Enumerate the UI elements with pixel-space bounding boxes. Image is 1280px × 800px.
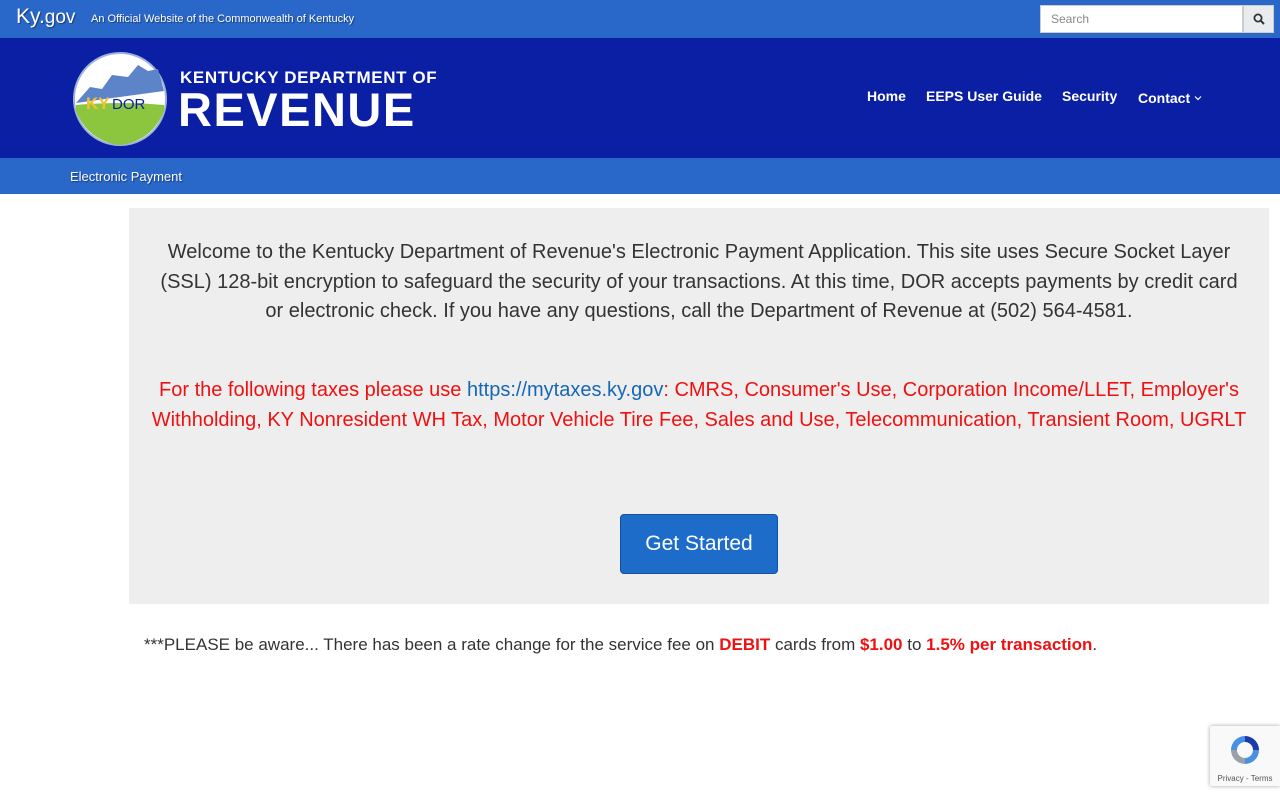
search-button[interactable] xyxy=(1243,5,1274,33)
kygov-logo-suffix: gov xyxy=(44,7,76,28)
tax-notice-prefix: For the following taxes please use xyxy=(159,379,467,401)
nav-eeps-user-guide[interactable]: EEPS User Guide xyxy=(926,88,1042,104)
seal-text-dor: DOR xyxy=(112,96,146,113)
chevron-down-icon xyxy=(1194,96,1202,101)
search-icon xyxy=(1253,13,1265,25)
mytaxes-link[interactable]: https://mytaxes.ky.gov xyxy=(467,379,663,401)
kygov-logo-main: Ky. xyxy=(16,5,45,28)
site-header: KY DOR KENTUCKY DEPARTMENT OF REVENUE Ho… xyxy=(0,38,1280,158)
recaptcha-links[interactable]: Privacy - Terms xyxy=(1210,774,1280,783)
search-input[interactable] xyxy=(1040,5,1243,33)
recaptcha-badge[interactable]: Privacy - Terms xyxy=(1210,726,1280,786)
rate-new-fee: 1.5% per transaction xyxy=(926,635,1093,654)
rate-text-4: . xyxy=(1092,635,1098,654)
rate-debit: DEBIT xyxy=(719,635,771,654)
rate-change-notice: ***PLEASE be aware... There has been a r… xyxy=(144,635,1097,655)
kygov-logo[interactable]: Ky.gov xyxy=(16,5,75,29)
kygov-tagline: An Official Website of the Commonwealth … xyxy=(91,13,355,25)
kydor-seal-logo[interactable]: KY DOR xyxy=(72,51,168,147)
rate-old-fee: $1.00 xyxy=(859,635,903,654)
kygov-bar: Ky.gov An Official Website of the Common… xyxy=(0,0,1280,38)
sub-nav-bar: Electronic Payment xyxy=(0,158,1280,194)
welcome-text: Welcome to the Kentucky Department of Re… xyxy=(160,241,1238,322)
nav-home[interactable]: Home xyxy=(867,88,906,104)
nav-contact[interactable]: Contact xyxy=(1138,90,1202,106)
breadcrumb-electronic-payment[interactable]: Electronic Payment xyxy=(70,169,182,184)
welcome-panel: Welcome to the Kentucky Department of Re… xyxy=(129,208,1269,604)
rate-text-3: to xyxy=(902,635,927,654)
get-started-button[interactable]: Get Started xyxy=(620,514,778,574)
rate-text-2: cards from xyxy=(770,635,860,654)
tax-notice: For the following taxes please use https… xyxy=(149,376,1249,435)
nav-security[interactable]: Security xyxy=(1062,88,1117,104)
logo-line2: REVENUE xyxy=(178,83,416,136)
seal-text-ky: KY xyxy=(86,94,110,113)
nav-contact-label: Contact xyxy=(1138,90,1191,106)
recaptcha-icon xyxy=(1231,736,1259,764)
rate-text-1: ***PLEASE be aware... There has been a r… xyxy=(144,635,720,654)
